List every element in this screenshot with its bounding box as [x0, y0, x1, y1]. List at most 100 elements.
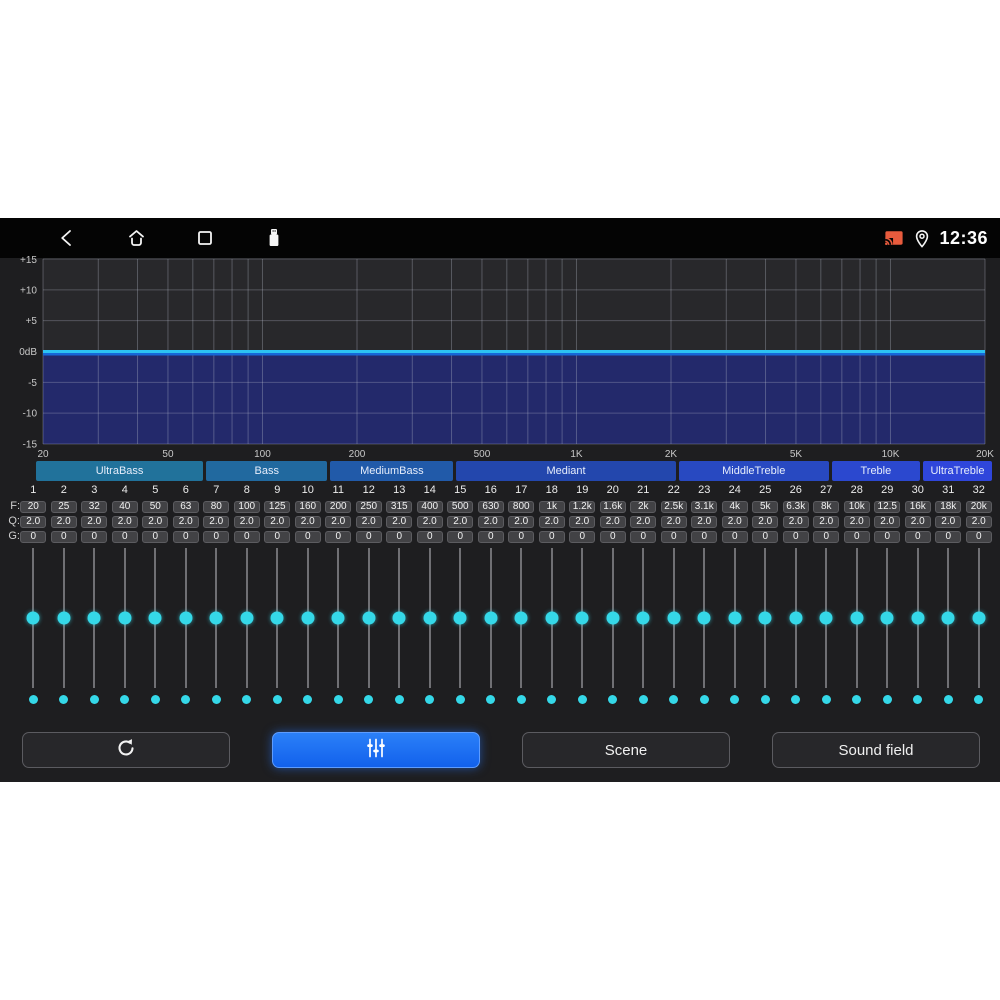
gain-value-chip[interactable]: 0 [325, 530, 352, 543]
slider-knob[interactable] [484, 611, 498, 625]
slider-knob[interactable] [57, 611, 71, 625]
q-value-chip[interactable]: 2.0 [447, 515, 474, 528]
freq-value-chip[interactable]: 50 [142, 500, 169, 513]
slider-knob[interactable] [331, 611, 345, 625]
q-value-chip[interactable]: 2.0 [416, 515, 443, 528]
freq-value-chip[interactable]: 160 [294, 500, 321, 513]
eq-gain-slider[interactable] [903, 548, 934, 688]
slider-knob[interactable] [362, 611, 376, 625]
freq-value-chip[interactable]: 18k [935, 500, 962, 513]
freq-value-chip[interactable]: 20 [20, 500, 47, 513]
q-value-chip[interactable]: 2.0 [386, 515, 413, 528]
eq-gain-slider[interactable] [384, 548, 415, 688]
gain-value-chip[interactable]: 0 [81, 530, 108, 543]
freq-value-chip[interactable]: 2k [630, 500, 657, 513]
gain-value-chip[interactable]: 0 [111, 530, 138, 543]
home-icon[interactable] [125, 227, 147, 249]
slider-knob[interactable] [240, 611, 254, 625]
eq-gain-slider[interactable] [811, 548, 842, 688]
freq-value-chip[interactable]: 40 [111, 500, 138, 513]
freq-value-chip[interactable]: 25 [50, 500, 77, 513]
slider-knob[interactable] [514, 611, 528, 625]
gain-value-chip[interactable]: 0 [538, 530, 565, 543]
slider-knob[interactable] [26, 611, 40, 625]
freq-value-chip[interactable]: 800 [508, 500, 535, 513]
slider-knob[interactable] [423, 611, 437, 625]
slider-knob[interactable] [728, 611, 742, 625]
freq-value-chip[interactable]: 1k [538, 500, 565, 513]
q-value-chip[interactable]: 2.0 [599, 515, 626, 528]
gain-value-chip[interactable]: 0 [264, 530, 291, 543]
reset-button[interactable] [22, 732, 230, 768]
q-value-chip[interactable]: 2.0 [172, 515, 199, 528]
q-value-chip[interactable]: 2.0 [355, 515, 382, 528]
q-value-chip[interactable]: 2.0 [20, 515, 47, 528]
q-value-chip[interactable]: 2.0 [630, 515, 657, 528]
freq-value-chip[interactable]: 80 [203, 500, 230, 513]
eq-gain-slider[interactable] [354, 548, 385, 688]
q-value-chip[interactable]: 2.0 [142, 515, 169, 528]
slider-knob[interactable] [911, 611, 925, 625]
scene-button[interactable]: Scene [522, 732, 730, 768]
slider-knob[interactable] [545, 611, 559, 625]
eq-gain-slider[interactable] [872, 548, 903, 688]
gain-value-chip[interactable]: 0 [935, 530, 962, 543]
gain-value-chip[interactable]: 0 [50, 530, 77, 543]
slider-knob[interactable] [758, 611, 772, 625]
slider-knob[interactable] [179, 611, 193, 625]
gain-value-chip[interactable]: 0 [660, 530, 687, 543]
freq-value-chip[interactable]: 4k [721, 500, 748, 513]
eq-gain-slider[interactable] [140, 548, 171, 688]
slider-knob[interactable] [850, 611, 864, 625]
eq-gain-slider[interactable] [445, 548, 476, 688]
gain-value-chip[interactable]: 0 [477, 530, 504, 543]
q-value-chip[interactable]: 2.0 [233, 515, 260, 528]
gain-value-chip[interactable]: 0 [447, 530, 474, 543]
eq-gain-slider[interactable] [232, 548, 263, 688]
slider-knob[interactable] [636, 611, 650, 625]
q-value-chip[interactable]: 2.0 [752, 515, 779, 528]
slider-knob[interactable] [789, 611, 803, 625]
gain-value-chip[interactable]: 0 [416, 530, 443, 543]
gain-value-chip[interactable]: 0 [20, 530, 47, 543]
q-value-chip[interactable]: 2.0 [111, 515, 138, 528]
freq-value-chip[interactable]: 3.1k [691, 500, 718, 513]
gain-value-chip[interactable]: 0 [813, 530, 840, 543]
eq-gain-slider[interactable] [110, 548, 141, 688]
q-value-chip[interactable]: 2.0 [477, 515, 504, 528]
q-value-chip[interactable]: 2.0 [264, 515, 291, 528]
slider-knob[interactable] [880, 611, 894, 625]
slider-knob[interactable] [118, 611, 132, 625]
freq-value-chip[interactable]: 20k [965, 500, 992, 513]
eq-gain-slider[interactable] [262, 548, 293, 688]
recents-icon[interactable] [194, 227, 216, 249]
eq-gain-slider[interactable] [628, 548, 659, 688]
q-value-chip[interactable]: 2.0 [721, 515, 748, 528]
slider-knob[interactable] [972, 611, 986, 625]
q-value-chip[interactable]: 2.0 [538, 515, 565, 528]
q-value-chip[interactable]: 2.0 [935, 515, 962, 528]
freq-value-chip[interactable]: 315 [386, 500, 413, 513]
slider-knob[interactable] [606, 611, 620, 625]
freq-value-chip[interactable]: 400 [416, 500, 443, 513]
eq-gain-slider[interactable] [49, 548, 80, 688]
eq-gain-slider[interactable] [537, 548, 568, 688]
freq-value-chip[interactable]: 100 [233, 500, 260, 513]
freq-value-chip[interactable]: 1.2k [569, 500, 596, 513]
gain-value-chip[interactable]: 0 [874, 530, 901, 543]
q-value-chip[interactable]: 2.0 [81, 515, 108, 528]
eq-gain-slider[interactable] [964, 548, 995, 688]
gain-value-chip[interactable]: 0 [965, 530, 992, 543]
slider-knob[interactable] [392, 611, 406, 625]
eq-gain-slider[interactable] [415, 548, 446, 688]
eq-gain-slider[interactable] [933, 548, 964, 688]
freq-value-chip[interactable]: 1.6k [599, 500, 626, 513]
gain-value-chip[interactable]: 0 [904, 530, 931, 543]
back-icon[interactable] [56, 227, 78, 249]
slider-knob[interactable] [209, 611, 223, 625]
gain-value-chip[interactable]: 0 [508, 530, 535, 543]
freq-value-chip[interactable]: 2.5k [660, 500, 687, 513]
gain-value-chip[interactable]: 0 [569, 530, 596, 543]
gain-value-chip[interactable]: 0 [782, 530, 809, 543]
eq-gain-slider[interactable] [18, 548, 49, 688]
